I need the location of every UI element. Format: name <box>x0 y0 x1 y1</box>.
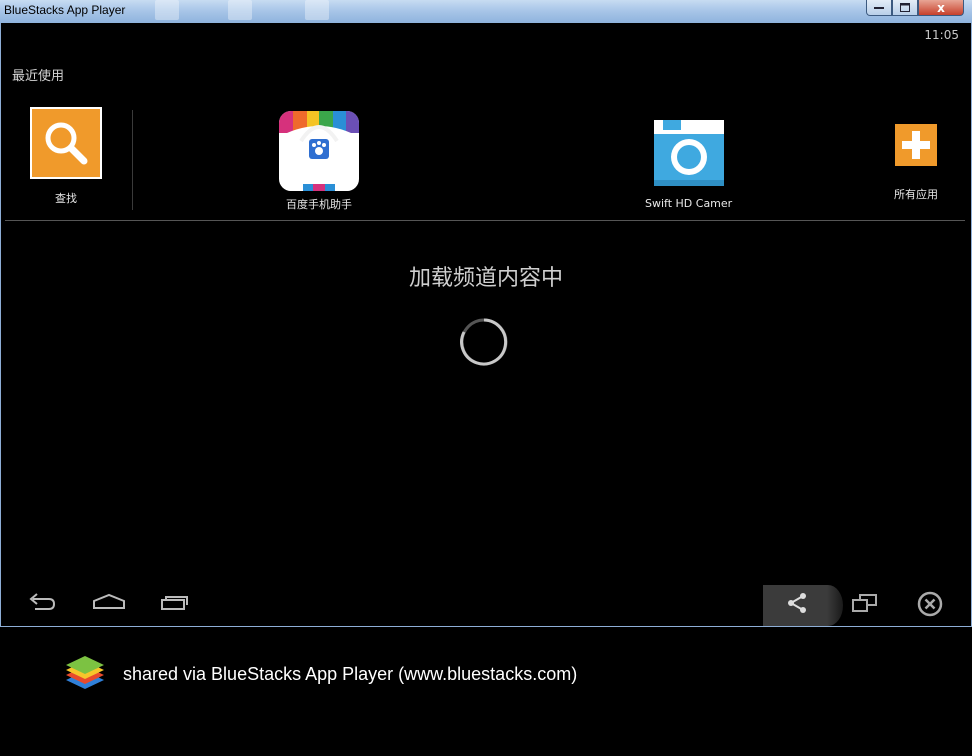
emulator-screen: 11:05 最近使用 查找 百度手机助手 Swift HD Camer 所有应用… <box>0 23 972 627</box>
bluestacks-logo <box>66 656 104 689</box>
taskbar-ghost <box>228 0 252 20</box>
divider <box>132 110 133 210</box>
app-baidu-assistant[interactable]: 百度手机助手 <box>279 111 359 212</box>
plus-icon <box>895 124 937 166</box>
home-icon[interactable] <box>92 591 126 613</box>
status-clock: 11:05 <box>924 28 959 42</box>
app-label: Swift HD Camer <box>645 197 733 210</box>
divider <box>5 220 965 221</box>
app-label: 百度手机助手 <box>286 198 352 211</box>
loading-message: 加载频道内容中 <box>408 266 563 291</box>
app-all-apps[interactable]: 所有应用 <box>894 124 938 202</box>
search-icon <box>30 107 102 179</box>
rotate-screen-icon[interactable] <box>851 591 879 615</box>
minimize-icon <box>874 6 884 9</box>
taskbar-ghost <box>155 0 179 20</box>
back-icon[interactable] <box>27 591 57 613</box>
share-icon[interactable] <box>785 591 809 615</box>
app-label: 所有应用 <box>894 188 938 201</box>
minimize-button[interactable] <box>866 0 892 16</box>
window-controls: x <box>866 0 964 18</box>
app-swift-hd-camera[interactable]: Swift HD Camer <box>645 118 732 210</box>
camera-icon <box>653 120 724 186</box>
app-search[interactable]: 查找 <box>30 107 102 206</box>
baidu-assistant-icon <box>279 111 359 191</box>
maximize-icon <box>900 3 910 12</box>
taskbar-ghost <box>305 0 329 20</box>
share-banner: shared via BlueStacks App Player (www.bl… <box>0 627 972 756</box>
window-title-bar: BlueStacks App Player x <box>0 0 972 24</box>
close-button[interactable]: x <box>918 0 964 16</box>
app-label: 查找 <box>55 192 77 205</box>
share-banner-text: shared via BlueStacks App Player (www.bl… <box>123 664 578 684</box>
close-circle-icon[interactable] <box>917 591 943 617</box>
loading-spinner-icon <box>460 318 508 366</box>
recent-section-title: 最近使用 <box>12 69 65 84</box>
close-icon: x <box>937 0 945 15</box>
maximize-button[interactable] <box>892 0 918 16</box>
recent-apps-icon[interactable] <box>160 591 192 613</box>
window-title: BlueStacks App Player <box>4 3 126 17</box>
